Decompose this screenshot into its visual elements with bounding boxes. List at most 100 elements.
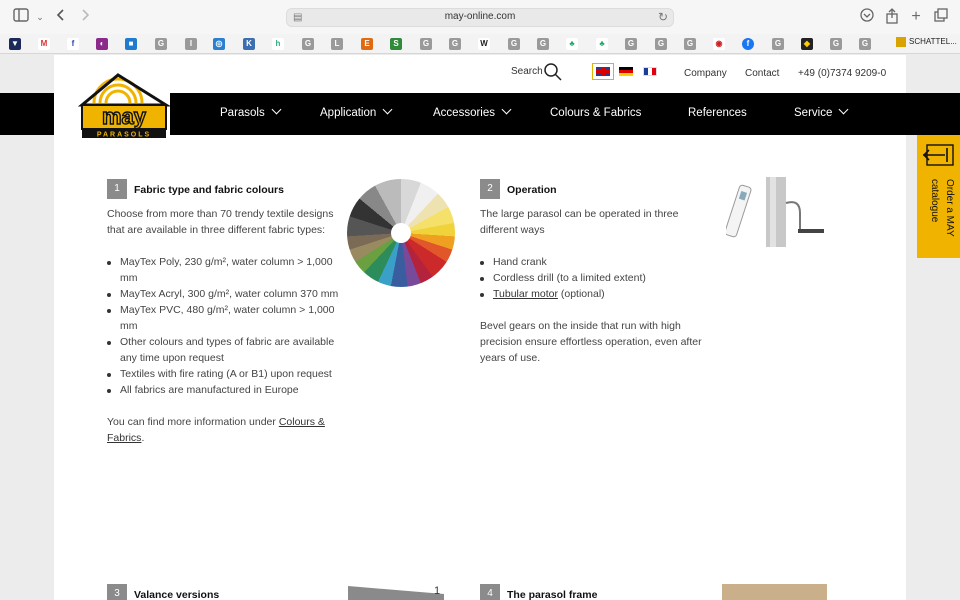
section-title: Fabric type and fabric colours — [134, 184, 284, 196]
bookmark-schattel[interactable]: SCHATTEL... — [896, 37, 957, 47]
list-item: Cordless drill (to a limited extent) — [466, 270, 712, 286]
section-intro: The large parasol can be operated in thr… — [480, 208, 679, 236]
bookmark-icon[interactable]: G — [772, 38, 784, 50]
flag-france-icon[interactable] — [643, 67, 657, 76]
bookmark-icon[interactable]: ♣ — [596, 38, 608, 50]
section-number: 2 — [480, 179, 500, 199]
forward-icon[interactable] — [76, 8, 94, 26]
search-label[interactable]: Search — [511, 66, 543, 77]
bookmark-icon[interactable]: ◉ — [713, 38, 725, 50]
section-title: The parasol frame — [507, 589, 598, 600]
nav-service[interactable]: Service — [794, 104, 849, 119]
phone-link[interactable]: +49 (0)7374 9209-0 — [798, 68, 886, 79]
bookmark-icon[interactable]: S — [390, 38, 402, 50]
wikipedia-icon[interactable]: W — [478, 38, 490, 50]
section-outro: You can find more information under Colo… — [107, 416, 325, 444]
svg-text:1: 1 — [434, 585, 440, 597]
chevron-down-icon[interactable]: ⌄ — [31, 8, 49, 26]
section-number: 4 — [480, 584, 500, 600]
favorites-bar: ▼ M f ◐ ■ G I ◎ K h G L E S G G W G G ♣ … — [0, 34, 960, 54]
fabric-list: MayTex Poly, 230 g/m², water column > 1,… — [93, 254, 339, 398]
section-number: 1 — [107, 179, 127, 199]
url-text: may-online.com — [444, 11, 516, 22]
bookmark-icon[interactable]: G — [155, 38, 167, 50]
fabric-swatch-fan-image — [347, 179, 455, 287]
bookmark-icon[interactable]: ♣ — [566, 38, 578, 50]
list-item: Hand crank — [466, 254, 712, 270]
facebook-icon[interactable]: f — [742, 38, 754, 50]
nav-references[interactable]: References — [688, 107, 747, 119]
gmail-icon[interactable]: M — [38, 38, 50, 50]
web-page: Search Company Contact +49 (0)7374 9209-… — [0, 55, 960, 600]
bookmark-icon[interactable]: G — [625, 38, 637, 50]
bookmark-icon[interactable]: ◐ — [96, 38, 108, 50]
bookmark-icon[interactable]: K — [243, 38, 255, 50]
bookmark-icon[interactable]: G — [684, 38, 696, 50]
flag-germany-icon[interactable] — [619, 67, 633, 76]
section-intro: Choose from more than 70 trendy textile … — [107, 208, 334, 236]
nav-application[interactable]: Application — [320, 104, 393, 119]
new-tab-icon[interactable]: + — [907, 8, 925, 26]
may-logo[interactable]: may PARASOLS — [54, 69, 170, 139]
sidebar-toggle-icon[interactable] — [12, 8, 30, 26]
nav-parasols[interactable]: Parasols — [220, 104, 282, 119]
section-outro: Bevel gears on the inside that run with … — [480, 320, 702, 364]
bookmark-icon[interactable]: G — [302, 38, 314, 50]
bookmark-icon[interactable]: L — [331, 38, 343, 50]
bookmark-icon[interactable]: ■ — [125, 38, 137, 50]
reload-icon[interactable]: ↻ — [658, 10, 668, 24]
back-icon[interactable] — [52, 8, 70, 26]
bookmark-icon[interactable]: G — [830, 38, 842, 50]
browser-toolbar: ⌄ ▤ may-online.com ↻ + — [0, 0, 960, 34]
chevron-down-icon — [838, 104, 849, 115]
bookmark-icon[interactable]: ◆ — [801, 38, 813, 50]
list-item: Other colours and types of fabric are av… — [93, 334, 339, 366]
list-item: MayTex Acryl, 300 g/m², water column 370… — [93, 286, 339, 302]
contact-link[interactable]: Contact — [745, 68, 779, 79]
nav-accessories[interactable]: Accessories — [433, 104, 512, 119]
section-number: 3 — [107, 584, 127, 600]
address-bar[interactable]: ▤ may-online.com ↻ — [286, 8, 674, 27]
share-icon[interactable] — [883, 8, 901, 26]
bookmark-icon[interactable]: E — [361, 38, 373, 50]
bookmark-icon[interactable]: G — [859, 38, 871, 50]
bookmark-icon[interactable]: G — [449, 38, 461, 50]
order-catalogue-tab[interactable]: Order a MAY catalogue — [917, 135, 960, 258]
logo-brand: may — [102, 104, 147, 129]
tubular-motor-link[interactable]: Tubular motor — [493, 288, 558, 300]
bookmark-icon[interactable]: G — [420, 38, 432, 50]
parasol-frame-image — [722, 584, 827, 600]
chevron-down-icon — [271, 104, 282, 115]
list-item: MayTex PVC, 480 g/m², water column > 1,0… — [93, 302, 339, 334]
list-item: Textiles with fire rating (A or B1) upon… — [93, 366, 339, 382]
list-item: Tubular motor (optional) — [466, 286, 712, 302]
search-icon[interactable] — [543, 62, 563, 82]
bookmark-icon[interactable]: ▼ — [9, 38, 21, 50]
logo-tagline: PARASOLS — [97, 132, 151, 139]
download-icon[interactable] — [858, 8, 876, 26]
operation-list: Hand crank Cordless drill (to a limited … — [466, 254, 712, 302]
tab-overview-icon[interactable] — [932, 8, 950, 26]
valance-image: 1 — [348, 585, 444, 600]
bookmark-icon[interactable]: f — [67, 38, 79, 50]
section-title: Valance versions — [134, 589, 220, 600]
company-link[interactable]: Company — [684, 68, 727, 79]
bookmark-icon[interactable]: ◎ — [213, 38, 225, 50]
bookmark-icon[interactable]: G — [508, 38, 520, 50]
nav-colours-fabrics[interactable]: Colours & Fabrics — [550, 107, 641, 119]
section-text: The large parasol can be operated in thr… — [480, 206, 712, 366]
top-utility-bar: Search Company Contact +49 (0)7374 9209-… — [54, 55, 906, 93]
catalogue-icon — [922, 144, 954, 166]
bookmark-icon[interactable]: G — [655, 38, 667, 50]
hand-crank-image — [726, 177, 824, 247]
list-item: All fabrics are manufactured in Europe — [93, 382, 339, 398]
chevron-down-icon — [382, 104, 393, 115]
bookmark-icon[interactable]: G — [537, 38, 549, 50]
chevron-down-icon — [501, 104, 512, 115]
list-item: MayTex Poly, 230 g/m², water column > 1,… — [93, 254, 339, 286]
bookmark-icon[interactable]: I — [185, 38, 197, 50]
bookmark-logo-icon — [896, 37, 906, 47]
flag-uk-icon[interactable] — [592, 63, 614, 80]
bookmark-icon[interactable]: h — [272, 38, 284, 50]
section-text: Choose from more than 70 trendy textile … — [107, 206, 339, 446]
